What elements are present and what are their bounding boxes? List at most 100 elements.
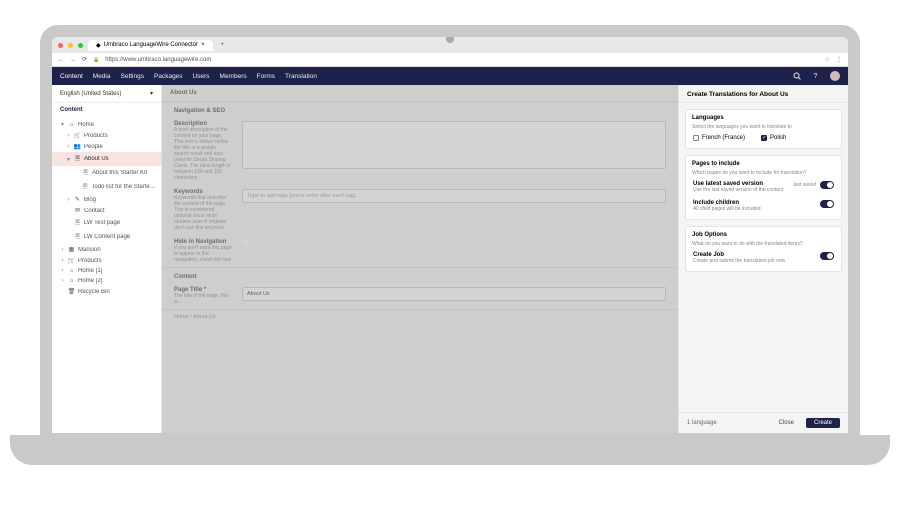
- new-tab-button[interactable]: +: [217, 42, 229, 48]
- tree-node[interactable]: 🗎Todo list for the Starter Kit: [52, 180, 161, 194]
- nav-fwd-icon[interactable]: →: [70, 57, 76, 63]
- nav-reload-icon[interactable]: ⟳: [82, 56, 87, 63]
- latest-help: Use the last saved version of the conten…: [693, 187, 783, 193]
- tree-node-label: Mansion: [78, 247, 101, 253]
- traffic-light-close[interactable]: [58, 43, 63, 48]
- nav-content[interactable]: Content: [60, 73, 83, 80]
- avatar[interactable]: [830, 71, 840, 81]
- section-nav-seo: Navigation & SEO: [162, 101, 678, 117]
- tree-node[interactable]: ▾⌂Home: [52, 119, 161, 130]
- tree-node-label: Products: [78, 258, 102, 264]
- nav-users[interactable]: Users: [193, 73, 210, 80]
- tree-node[interactable]: ›🛒Products: [52, 255, 161, 266]
- latest-toggle[interactable]: [820, 181, 834, 189]
- caret-icon: ›: [60, 258, 65, 264]
- tree-node[interactable]: 🗎LW Content page: [52, 230, 161, 244]
- nav-members[interactable]: Members: [220, 73, 247, 80]
- tree-node[interactable]: ›✎Blog: [52, 194, 161, 205]
- lang-polish-label: Polish: [770, 135, 786, 141]
- nav-packages[interactable]: Packages: [154, 73, 183, 80]
- tree-node[interactable]: 🗑Recycle Bin: [52, 286, 161, 297]
- content-editor: About Us Navigation & SEO Description A …: [162, 85, 678, 433]
- cart-icon: 🛒: [68, 257, 75, 264]
- menu-icon[interactable]: ⋮: [836, 56, 842, 63]
- trash-icon: 🗑: [68, 288, 75, 295]
- tree-node[interactable]: ›⌂Home [2]: [52, 276, 161, 286]
- traffic-light-min[interactable]: [68, 43, 73, 48]
- nav-settings[interactable]: Settings: [121, 73, 145, 80]
- browser-tab[interactable]: ◆ Umbraco LanguageWire Connector ×: [88, 40, 213, 51]
- children-help: All child pages will be included: [693, 206, 761, 212]
- hide-nav-help: If you don't want this page to appear in…: [174, 245, 232, 263]
- tree-node-label: Products: [84, 133, 108, 139]
- close-tab-icon[interactable]: ×: [201, 42, 205, 48]
- tree-node[interactable]: ▾🗎About Us: [52, 152, 161, 166]
- page-title-input[interactable]: About Us: [242, 287, 666, 301]
- close-button[interactable]: Close: [771, 418, 802, 428]
- create-button[interactable]: Create: [806, 418, 840, 428]
- checkbox-checked-icon: [761, 135, 767, 141]
- lock-icon: 🔒: [93, 57, 99, 63]
- pages-title: Pages to include: [692, 161, 835, 167]
- nav-media[interactable]: Media: [93, 73, 111, 80]
- traffic-light-max[interactable]: [78, 43, 83, 48]
- tree-node-label: Todo list for the Starter Kit: [91, 184, 157, 190]
- lang-polish[interactable]: Polish: [761, 135, 786, 141]
- children-toggle[interactable]: [820, 200, 834, 208]
- languages-card: Languages Select the languages you want …: [685, 109, 842, 149]
- tree-node-label: Contact: [84, 208, 105, 214]
- lang-french[interactable]: French (France): [693, 135, 745, 141]
- doc-icon: 🗎: [74, 154, 81, 164]
- tree-node-label: Home: [78, 122, 94, 128]
- url-display[interactable]: https://www.umbraco.languagewire.com: [105, 57, 818, 63]
- browser-addrbar: ← → ⟳ 🔒 https://www.umbraco.languagewire…: [52, 53, 848, 67]
- checkbox-icon: [693, 135, 699, 141]
- section-content: Content: [162, 267, 678, 283]
- language-selector[interactable]: English (United States) ▾: [52, 85, 161, 103]
- nav-back-icon[interactable]: ←: [58, 57, 64, 63]
- job-title: Job Options: [692, 232, 835, 238]
- tree-node-label: Blog: [84, 197, 96, 203]
- bookmark-icon[interactable]: ☆: [825, 56, 830, 63]
- caret-icon: ›: [66, 144, 71, 150]
- tree-node[interactable]: ›▦Mansion: [52, 244, 161, 255]
- nav-forms[interactable]: Forms: [257, 73, 275, 80]
- tree-node[interactable]: ›👥People: [52, 141, 161, 152]
- caret-icon: ▾: [66, 156, 71, 163]
- createjob-help: Create and submit the translation job no…: [693, 258, 785, 264]
- keywords-help: Keywords that describe the content of th…: [174, 195, 232, 231]
- lang-french-label: French (France): [702, 135, 745, 141]
- field-keywords: Keywords Keywords that describe the cont…: [162, 185, 678, 235]
- tree-node[interactable]: ✉Contact: [52, 205, 161, 216]
- tree-node[interactable]: ›🛒Products: [52, 130, 161, 141]
- tree-node-label: LW Test page: [84, 220, 120, 226]
- search-icon[interactable]: [792, 72, 801, 81]
- doc-icon: 🗎: [74, 218, 81, 228]
- caret-icon: ›: [66, 197, 71, 203]
- people-icon: 👥: [74, 143, 81, 150]
- help-icon[interactable]: ?: [811, 72, 820, 81]
- tree-node[interactable]: ›⌂Home [1]: [52, 266, 161, 276]
- pages-card: Pages to include Which pages do you want…: [685, 155, 842, 220]
- keywords-input[interactable]: Type to add tags (press enter after each…: [242, 189, 666, 203]
- tree-node[interactable]: 🗎LW Test page: [52, 216, 161, 230]
- cart-icon: 🛒: [74, 132, 81, 139]
- chevron-down-icon: ▾: [150, 90, 153, 97]
- nav-translation[interactable]: Translation: [285, 73, 317, 80]
- job-card: Job Options What do you want to do with …: [685, 226, 842, 272]
- languages-title: Languages: [692, 115, 835, 121]
- breadcrumb[interactable]: Home / About Us: [162, 309, 678, 324]
- contact-icon: ✉: [74, 207, 81, 214]
- sidebar: English (United States) ▾ Content ▾⌂Home…: [52, 85, 162, 433]
- caret-icon: ▾: [60, 121, 65, 128]
- createjob-toggle[interactable]: [820, 252, 834, 260]
- description-input[interactable]: [242, 121, 666, 169]
- tree-node-label: About this Starter Kit: [92, 170, 147, 176]
- app-nav: Content Media Settings Packages Users Me…: [52, 67, 848, 85]
- latest-badge: last saved: [793, 182, 816, 188]
- content-tree: ▾⌂Home›🛒Products›👥People▾🗎About Us🗎About…: [52, 117, 161, 299]
- language-label: English (United States): [60, 91, 121, 97]
- translation-panel: Create Translations for About Us Languag…: [678, 85, 848, 433]
- caret-icon: ›: [60, 268, 65, 274]
- tree-node[interactable]: 🗎About this Starter Kit: [52, 166, 161, 180]
